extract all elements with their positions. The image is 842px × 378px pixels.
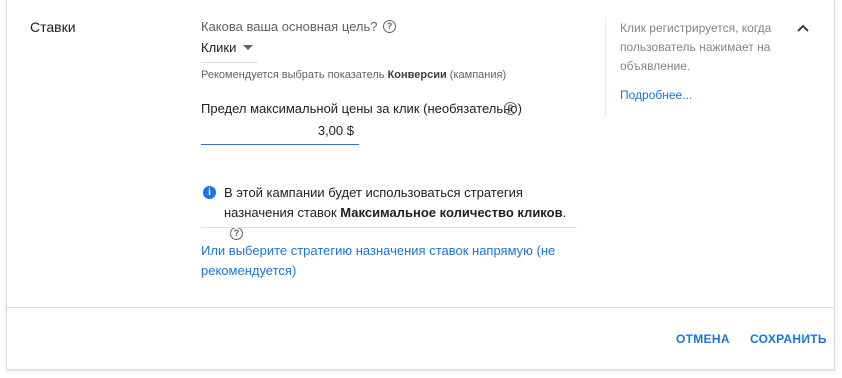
choose-strategy-link[interactable]: Или выберите стратегию назначения ставок… (201, 241, 581, 281)
max-cpc-value: 3,00 $ (317, 123, 354, 138)
goal-question-label: Какова ваша основная цель? (201, 19, 378, 34)
goal-dropdown-value: Клики (201, 40, 237, 55)
save-button[interactable]: СОХРАНИТЬ (750, 332, 827, 346)
question-circle-icon[interactable]: ? (230, 227, 243, 241)
goal-recommendation: Рекомендуется выбрать показатель Конверс… (201, 69, 506, 81)
bidding-panel: Ставки Какова ваша основная цель? ? Клик… (6, 0, 835, 370)
max-cpc-input[interactable]: 3,00 $ (201, 121, 359, 145)
strategy-info-text: В этой кампании будет использоваться стр… (224, 183, 584, 243)
cancel-button[interactable]: ОТМЕНА (676, 332, 730, 346)
recommendation-prefix: Рекомендуется выбрать показатель (201, 69, 388, 81)
chevron-up-icon[interactable] (795, 20, 811, 36)
info-icon: i (203, 186, 216, 199)
info-strategy-name: Максимальное количество кликов (340, 205, 563, 220)
caret-down-icon (243, 45, 253, 50)
info-text-after: . (562, 205, 567, 220)
goal-dropdown[interactable]: Клики (201, 39, 258, 63)
side-description: Клик регистрируется, когда пользователь … (620, 21, 772, 73)
learn-more-link[interactable]: Подробнее... (620, 88, 692, 102)
vertical-divider (605, 18, 606, 117)
footer-divider (7, 307, 834, 308)
recommendation-suffix: (кампания) (446, 69, 507, 81)
question-circle-icon[interactable]: ? (383, 20, 396, 33)
divider (201, 227, 577, 228)
recommendation-metric: Конверсии (387, 69, 447, 81)
question-circle-icon[interactable]: ? (504, 102, 517, 115)
max-cpc-label: Предел максимальной цены за клик (необяз… (201, 101, 522, 116)
section-title: Ставки (30, 19, 76, 35)
